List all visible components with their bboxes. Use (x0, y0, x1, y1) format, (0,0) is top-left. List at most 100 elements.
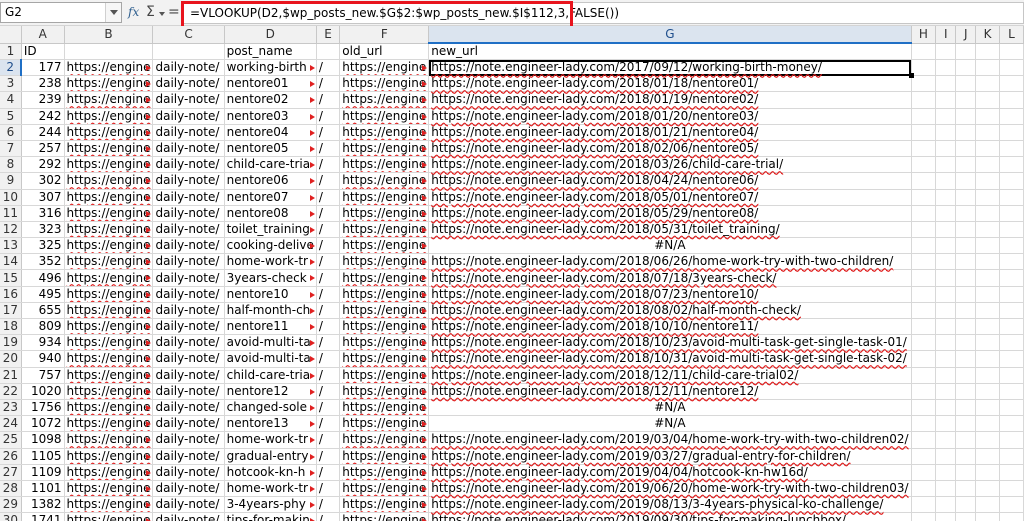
empty-cell[interactable] (975, 496, 1000, 514)
cell-e10[interactable]: / (316, 189, 341, 206)
cell-e6[interactable]: / (316, 124, 341, 141)
cell-e7[interactable]: / (316, 140, 341, 158)
cell-c27[interactable]: daily-note/ (152, 464, 225, 481)
cell-d18[interactable]: nentore11 (224, 318, 317, 336)
cell-g8[interactable]: https://note.engineer-lady.com/2018/03/2… (428, 156, 912, 174)
column-header-j[interactable]: J (955, 26, 977, 44)
empty-cell[interactable] (935, 318, 957, 336)
cell-g21[interactable]: https://note.engineer-lady.com/2018/12/1… (428, 367, 912, 384)
row-header[interactable]: 30 (0, 512, 22, 521)
empty-cell[interactable] (975, 91, 1000, 109)
cell-b4[interactable]: https://engine (64, 91, 154, 109)
empty-cell[interactable] (935, 367, 957, 384)
empty-cell[interactable] (911, 43, 937, 60)
cell-a20[interactable]: 940 (21, 350, 65, 368)
empty-cell[interactable] (955, 496, 977, 514)
empty-cell[interactable] (911, 221, 937, 239)
cell-e14[interactable]: / (316, 253, 341, 271)
empty-cell[interactable] (935, 172, 957, 190)
cell-g24[interactable]: #N/A (428, 415, 912, 433)
cell-d23[interactable]: changed-sole (224, 399, 317, 417)
empty-cell[interactable] (935, 302, 957, 320)
empty-cell[interactable] (935, 350, 957, 368)
empty-cell[interactable] (955, 91, 977, 109)
cell-c16[interactable]: daily-note/ (152, 286, 225, 303)
cell-a4[interactable]: 239 (21, 91, 65, 109)
cell-a2[interactable]: 177 (21, 59, 65, 77)
empty-cell[interactable] (935, 480, 957, 498)
cell-a24[interactable]: 1072 (21, 415, 65, 433)
cell-f19[interactable]: https://engine (339, 334, 430, 352)
cell-c19[interactable]: daily-note/ (152, 334, 225, 352)
empty-cell[interactable] (911, 156, 937, 174)
empty-cell[interactable] (911, 75, 937, 93)
cell-f8[interactable]: https://engine (339, 156, 430, 174)
column-header-k[interactable]: K (975, 26, 1000, 44)
cell-f23[interactable]: https://engine (339, 399, 430, 417)
cell-c23[interactable]: daily-note/ (152, 399, 225, 417)
cell-c14[interactable]: daily-note/ (152, 253, 225, 271)
cell-f17[interactable]: https://engine (339, 302, 430, 320)
empty-cell[interactable] (975, 75, 1000, 93)
empty-cell[interactable] (955, 124, 977, 141)
cell-g2[interactable]: https://note.engineer-lady.com/2017/09/1… (428, 59, 914, 78)
cell-g27[interactable]: https://note.engineer-lady.com/2019/04/0… (428, 464, 912, 481)
empty-cell[interactable] (999, 464, 1024, 481)
cell-f12[interactable]: https://engine (339, 221, 430, 239)
cell-b28[interactable]: https://engine (64, 480, 154, 498)
empty-cell[interactable] (911, 399, 937, 417)
cell-g26[interactable]: https://note.engineer-lady.com/2019/03/2… (428, 448, 912, 465)
cell-d11[interactable]: nentore08 (224, 205, 317, 222)
sum-dropdown-icon[interactable] (159, 12, 165, 16)
cell-f14[interactable]: https://engine (339, 253, 430, 271)
empty-cell[interactable] (935, 334, 957, 352)
cell-d19[interactable]: avoid-multi-ta (224, 334, 317, 352)
empty-cell[interactable] (911, 91, 937, 109)
cell-f18[interactable]: https://engine (339, 318, 430, 336)
empty-cell[interactable] (999, 140, 1024, 158)
cell-b16[interactable]: https://engine (64, 286, 154, 303)
empty-cell[interactable] (999, 108, 1024, 125)
cell-b29[interactable]: https://engine (64, 496, 154, 514)
empty-cell[interactable] (911, 448, 937, 465)
cell-c9[interactable]: daily-note/ (152, 172, 225, 190)
empty-cell[interactable] (935, 205, 957, 222)
cell-f9[interactable]: https://engine (339, 172, 430, 190)
cell-g1[interactable]: new_url (428, 43, 912, 60)
cell-f26[interactable]: https://engine (339, 448, 430, 465)
empty-cell[interactable] (975, 286, 1000, 303)
empty-cell[interactable] (975, 431, 1000, 449)
empty-cell[interactable] (999, 367, 1024, 384)
empty-cell[interactable] (911, 189, 937, 206)
cell-b24[interactable]: https://engine (64, 415, 154, 433)
cell-e4[interactable]: / (316, 91, 341, 109)
cell-f2[interactable]: https://engine (339, 59, 430, 77)
cell-b18[interactable]: https://engine (64, 318, 154, 336)
empty-cell[interactable] (975, 464, 1000, 481)
empty-cell[interactable] (955, 480, 977, 498)
cell-a29[interactable]: 1382 (21, 496, 65, 514)
cell-b20[interactable]: https://engine (64, 350, 154, 368)
empty-cell[interactable] (955, 172, 977, 190)
cell-f11[interactable]: https://engine (339, 205, 430, 222)
cell-f1[interactable]: old_url (339, 43, 430, 60)
cell-d21[interactable]: child-care-tria (224, 367, 317, 384)
empty-cell[interactable] (911, 496, 937, 514)
cell-d13[interactable]: cooking-delive (224, 237, 317, 255)
column-header-d[interactable]: D (224, 26, 317, 44)
empty-cell[interactable] (975, 253, 1000, 271)
cell-c1[interactable] (152, 43, 225, 60)
empty-cell[interactable] (975, 140, 1000, 158)
cell-a22[interactable]: 1020 (21, 383, 65, 400)
empty-cell[interactable] (955, 59, 977, 77)
empty-cell[interactable] (955, 512, 977, 521)
empty-cell[interactable] (935, 108, 957, 125)
cell-f28[interactable]: https://engine (339, 480, 430, 498)
row-header[interactable]: 17 (0, 302, 22, 320)
row-header[interactable]: 14 (0, 253, 22, 271)
cell-g25[interactable]: https://note.engineer-lady.com/2019/03/0… (428, 431, 912, 449)
cell-g10[interactable]: https://note.engineer-lady.com/2018/05/0… (428, 189, 912, 206)
empty-cell[interactable] (999, 302, 1024, 320)
row-header[interactable]: 24 (0, 415, 22, 433)
cell-c22[interactable]: daily-note/ (152, 383, 225, 400)
